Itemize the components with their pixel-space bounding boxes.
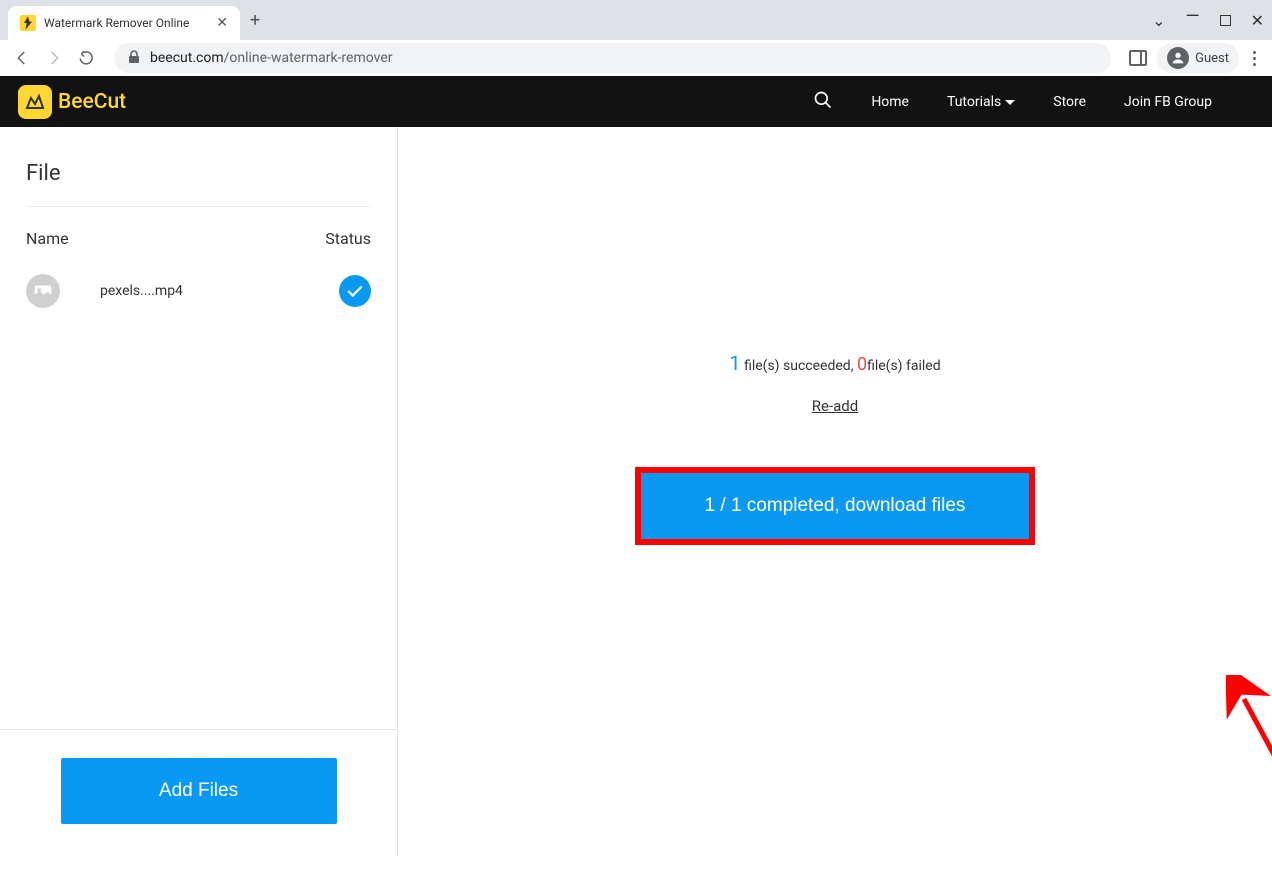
file-row[interactable]: pexels....mp4	[0, 266, 397, 316]
readd-link[interactable]: Re-add	[812, 397, 858, 415]
close-window-icon[interactable]: ✕	[1251, 11, 1264, 30]
sidebar-footer: Add Files	[0, 729, 397, 856]
forward-icon	[44, 48, 64, 68]
add-files-button[interactable]: Add Files	[61, 758, 337, 824]
lock-icon	[128, 50, 140, 67]
guest-label: Guest	[1195, 51, 1229, 66]
succeeded-text: file(s) succeeded,	[741, 358, 857, 374]
main-panel: 1 file(s) succeeded, 0file(s) failed Re-…	[398, 127, 1272, 856]
address-right: Guest	[1129, 43, 1260, 73]
col-name: Name	[26, 229, 69, 248]
header-nav: Home Tutorials Store Join FB Group	[813, 90, 1212, 114]
download-button[interactable]: 1 / 1 completed, download files	[641, 473, 1029, 539]
tab-title: Watermark Remover Online	[44, 16, 208, 30]
maximize-icon[interactable]	[1220, 15, 1231, 26]
site-header: BeeCut Home Tutorials Store Join FB Grou…	[0, 76, 1272, 127]
menu-icon[interactable]	[1249, 47, 1260, 70]
minimize-icon[interactable]: —	[1186, 6, 1200, 27]
logo[interactable]: BeeCut	[18, 85, 126, 119]
chevron-down-icon	[1005, 100, 1015, 105]
download-highlight: 1 / 1 completed, download files	[635, 467, 1035, 545]
search-icon[interactable]	[813, 90, 833, 114]
favicon-icon	[20, 15, 36, 31]
nav-store[interactable]: Store	[1053, 94, 1086, 110]
back-icon[interactable]	[12, 48, 32, 68]
nav-tutorials[interactable]: Tutorials	[947, 94, 1015, 110]
chevron-down-icon[interactable]: ⌄	[1152, 11, 1165, 30]
succeeded-count: 1	[729, 351, 740, 375]
check-icon	[339, 275, 371, 307]
panel-icon[interactable]	[1129, 50, 1147, 66]
nav-join-group[interactable]: Join FB Group	[1124, 94, 1212, 110]
close-icon[interactable]: ✕	[216, 15, 228, 31]
browser-tab[interactable]: Watermark Remover Online ✕	[8, 6, 240, 40]
logo-text: BeeCut	[58, 90, 126, 114]
nav-tutorials-label: Tutorials	[947, 94, 1001, 110]
address-bar: beecut.com/online-watermark-remover Gues…	[0, 40, 1272, 76]
logo-icon	[18, 85, 52, 119]
url-bar[interactable]: beecut.com/online-watermark-remover	[114, 43, 1111, 73]
file-list-header: Name Status	[0, 207, 397, 266]
nav-home[interactable]: Home	[871, 94, 909, 110]
avatar-icon	[1167, 47, 1189, 69]
col-status: Status	[325, 229, 371, 248]
main-layout: File Name Status pexels....mp4 Add Files…	[0, 127, 1272, 856]
file-type-icon	[26, 274, 60, 308]
url-text: beecut.com/online-watermark-remover	[150, 50, 393, 66]
new-tab-icon[interactable]: +	[250, 10, 260, 31]
failed-count: 0	[857, 354, 867, 375]
annotation-arrow	[1226, 675, 1272, 889]
browser-chrome: Watermark Remover Online ✕ + ⌄ — ✕ beecu…	[0, 0, 1272, 76]
status-line: 1 file(s) succeeded, 0file(s) failed	[729, 351, 940, 375]
file-name: pexels....mp4	[100, 283, 299, 299]
reload-icon[interactable]	[76, 48, 96, 68]
sidebar-heading: File	[26, 161, 397, 186]
profile-chip[interactable]: Guest	[1157, 43, 1239, 73]
window-controls: ⌄ — ✕	[1152, 0, 1264, 40]
tab-bar: Watermark Remover Online ✕ + ⌄ — ✕	[0, 0, 1272, 40]
sidebar: File Name Status pexels....mp4 Add Files	[0, 127, 398, 856]
failed-text: file(s) failed	[867, 358, 941, 374]
